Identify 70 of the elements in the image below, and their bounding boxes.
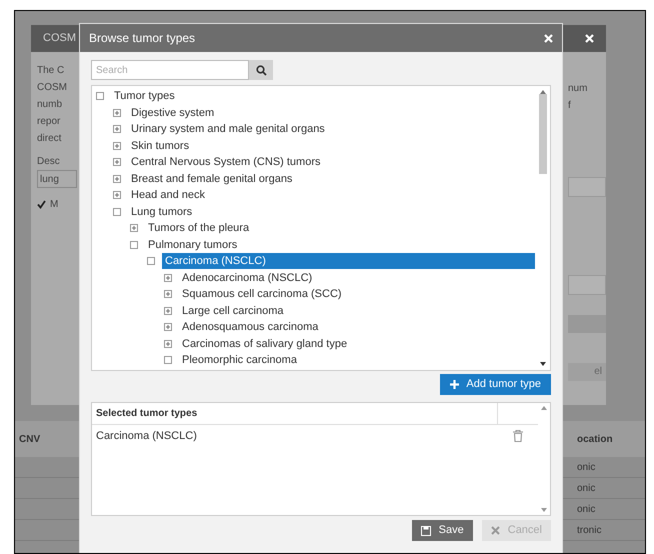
text-line: direct [37, 132, 62, 146]
expand-icon[interactable] [113, 158, 121, 166]
table-cell-text: onic [577, 460, 596, 474]
tree-item[interactable]: Breast and female genital organs [128, 170, 292, 187]
text-line: COSM [37, 81, 68, 95]
text-line: The C [37, 64, 66, 78]
save-button[interactable]: Save [412, 520, 473, 541]
close-icon[interactable] [585, 34, 594, 43]
collapse-icon[interactable] [113, 208, 121, 216]
text-field[interactable] [568, 177, 606, 197]
tree-item[interactable]: Pulmonary tumors [145, 236, 238, 253]
tree-item[interactable]: Head and neck [128, 187, 205, 204]
tree-item[interactable]: Urinary system and male genital organs [128, 121, 325, 138]
close-icon[interactable] [544, 34, 553, 42]
expand-icon[interactable] [113, 174, 121, 183]
tree-item[interactable]: Tumor types [111, 88, 175, 104]
collapse-icon[interactable] [96, 92, 104, 100]
search-button[interactable] [249, 60, 273, 80]
search-field[interactable]: Search [91, 60, 249, 80]
expand-icon[interactable] [164, 306, 172, 315]
tree-item[interactable]: Skin tumors [128, 138, 190, 154]
text-line: num [568, 82, 588, 96]
checkbox-label: M [50, 198, 58, 212]
dialog-title: Browse tumor types [89, 30, 196, 47]
column-header: Selected tumor types [92, 403, 498, 424]
collapse-icon[interactable] [147, 257, 155, 266]
collapse-icon[interactable] [164, 356, 172, 364]
scroll-down-icon[interactable] [540, 362, 546, 366]
text-line: f [568, 99, 572, 113]
collapse-icon[interactable] [130, 240, 138, 249]
tree-item[interactable]: Large cell carcinoma [179, 302, 284, 319]
tree-item[interactable]: Squamous cell carcinoma (SCC) [179, 286, 342, 302]
text-field[interactable] [568, 275, 606, 295]
trash-icon[interactable] [513, 430, 523, 442]
tree-item[interactable]: Adenosquamous carcinoma [179, 319, 318, 336]
checkbox[interactable] [37, 200, 46, 209]
expand-icon[interactable] [130, 224, 138, 232]
table-cell-text: onic [577, 482, 596, 496]
expand-icon[interactable] [113, 108, 121, 117]
scrollbar[interactable] [538, 90, 548, 366]
close-icon [490, 526, 500, 535]
tree-item[interactable]: Pleomorphic carcinoma [179, 352, 297, 368]
expand-icon[interactable] [113, 125, 121, 134]
table-cell-text: onic [577, 502, 596, 516]
tree-item[interactable]: Lung tumors [128, 204, 192, 220]
search-icon [256, 64, 266, 76]
tree-item[interactable]: Central Nervous System (CNS) tumors [128, 154, 320, 170]
expand-icon[interactable] [164, 340, 172, 348]
tree-item[interactable]: Digestive system [128, 104, 214, 121]
table-cell-text: Carcinoma (NSCLC) [95, 428, 198, 444]
expand-icon[interactable] [113, 191, 121, 200]
tree-item[interactable]: Adenocarcinoma (NSCLC) [179, 270, 312, 286]
field-label: Desc [37, 155, 61, 169]
column-header: ocation [577, 432, 614, 446]
expand-icon[interactable] [164, 323, 172, 332]
tree-item[interactable]: Carcinomas of salivary gland type [179, 336, 348, 352]
description-field[interactable]: lung [37, 170, 77, 188]
scrollbar-thumb[interactable] [539, 94, 547, 174]
tree-item[interactable]: Carcinoma (NSCLC) [162, 253, 535, 270]
expand-icon[interactable] [164, 290, 172, 298]
expand-icon[interactable] [113, 142, 121, 150]
plus-icon [450, 380, 460, 389]
column-header: CNV [18, 432, 42, 446]
add-tumor-type-button[interactable]: Add tumor type [440, 374, 551, 395]
text-line: numb [37, 98, 64, 112]
text-line: repor [37, 115, 62, 129]
dialog-title: COSM [43, 31, 76, 46]
table-cell-text: tronic [577, 524, 602, 538]
expand-icon[interactable] [164, 274, 172, 282]
tree-item[interactable]: Tumors of the pleura [145, 220, 250, 236]
